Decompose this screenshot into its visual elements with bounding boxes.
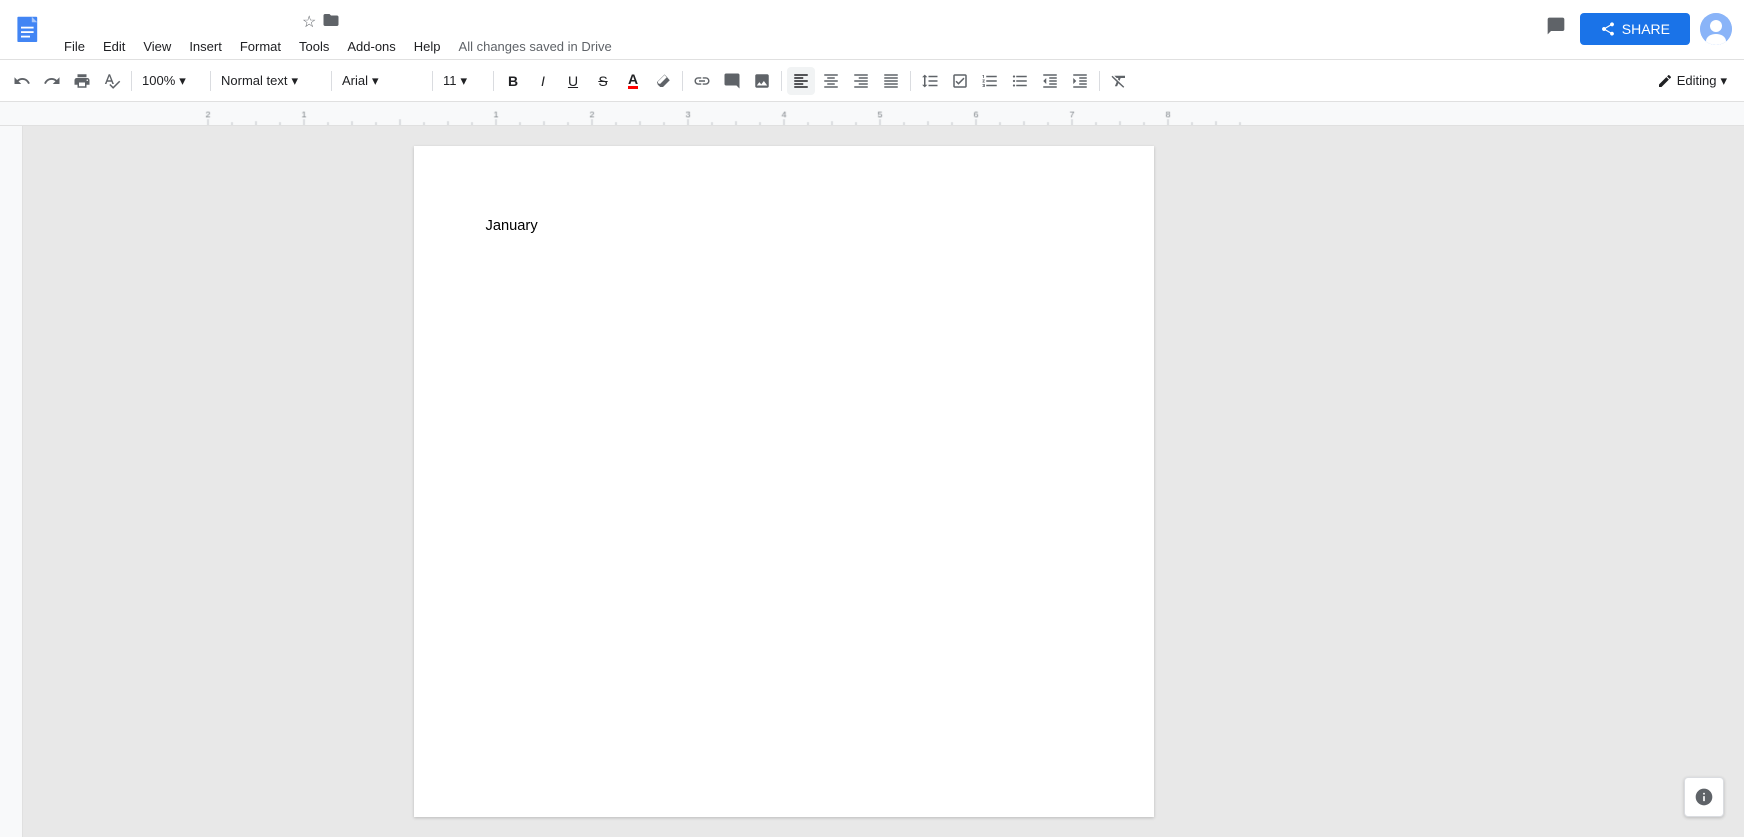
bullet-list-button[interactable] xyxy=(1006,67,1034,95)
align-right-button[interactable] xyxy=(847,67,875,95)
vertical-ruler xyxy=(0,126,23,837)
spellcheck-button[interactable] xyxy=(98,67,126,95)
sep8 xyxy=(910,71,911,91)
share-button[interactable]: SHARE xyxy=(1580,13,1690,45)
explore-button[interactable] xyxy=(1684,777,1724,817)
align-left-button[interactable] xyxy=(787,67,815,95)
ruler-canvas xyxy=(0,102,1744,125)
link-button[interactable] xyxy=(688,67,716,95)
document-content[interactable]: January xyxy=(486,218,1082,418)
doc-area: January xyxy=(0,126,1744,837)
menu-file[interactable]: File xyxy=(56,37,93,56)
clear-formatting-button[interactable] xyxy=(1105,67,1133,95)
increase-indent-button[interactable] xyxy=(1066,67,1094,95)
menu-addons[interactable]: Add-ons xyxy=(339,37,403,56)
menu-format[interactable]: Format xyxy=(232,37,289,56)
font-size-selector[interactable]: 11 ▾ xyxy=(438,67,488,95)
style-arrow: ▾ xyxy=(291,73,298,89)
menu-insert[interactable]: Insert xyxy=(181,37,230,56)
title-bar: Untitled document ☆ File Edit View Inser… xyxy=(0,0,1744,60)
font-selector[interactable]: Arial ▾ xyxy=(337,67,427,95)
sep3 xyxy=(331,71,332,91)
editing-mode-selector[interactable]: Editing ▾ xyxy=(1648,68,1736,94)
toolbar: 100% ▾ Normal text ▾ Arial ▾ 11 ▾ B I U … xyxy=(0,60,1744,102)
add-comment-button[interactable] xyxy=(718,67,746,95)
title-area: Untitled document ☆ File Edit View Inser… xyxy=(56,10,1542,56)
decrease-indent-button[interactable] xyxy=(1036,67,1064,95)
strikethrough-button[interactable]: S xyxy=(589,67,617,95)
zoom-selector[interactable]: 100% ▾ xyxy=(137,67,205,95)
underline-button[interactable]: U xyxy=(559,67,587,95)
folder-icon[interactable] xyxy=(322,11,340,34)
checklist-button[interactable] xyxy=(946,67,974,95)
ruler xyxy=(0,102,1744,126)
italic-button[interactable]: I xyxy=(529,67,557,95)
right-margin xyxy=(1544,126,1744,837)
sep4 xyxy=(432,71,433,91)
image-button[interactable] xyxy=(748,67,776,95)
style-value: Normal text xyxy=(221,73,287,88)
highlight-button[interactable] xyxy=(649,67,677,95)
font-arrow: ▾ xyxy=(372,73,379,89)
editing-mode-label: Editing xyxy=(1677,73,1717,88)
justify-button[interactable] xyxy=(877,67,905,95)
zoom-value: 100% xyxy=(142,73,175,88)
menu-tools[interactable]: Tools xyxy=(291,37,337,56)
doc-title-row: Untitled document ☆ xyxy=(56,10,1542,35)
star-icon[interactable]: ☆ xyxy=(302,12,316,32)
print-button[interactable] xyxy=(68,67,96,95)
align-center-button[interactable] xyxy=(817,67,845,95)
sep2 xyxy=(210,71,211,91)
user-avatar[interactable] xyxy=(1700,13,1732,45)
menu-help[interactable]: Help xyxy=(406,37,449,56)
menu-edit[interactable]: Edit xyxy=(95,37,133,56)
share-label: SHARE xyxy=(1622,21,1670,37)
font-size-value: 11 xyxy=(443,73,457,88)
line-spacing-button[interactable] xyxy=(916,67,944,95)
style-selector[interactable]: Normal text ▾ xyxy=(216,67,326,95)
sep5 xyxy=(493,71,494,91)
header-right: SHARE xyxy=(1542,12,1732,54)
sep9 xyxy=(1099,71,1100,91)
comment-button[interactable] xyxy=(1542,12,1570,46)
menu-view[interactable]: View xyxy=(135,37,179,56)
redo-button[interactable] xyxy=(38,67,66,95)
doc-title-input[interactable]: Untitled document xyxy=(56,10,296,35)
sep6 xyxy=(682,71,683,91)
undo-button[interactable] xyxy=(8,67,36,95)
numbered-list-button[interactable] xyxy=(976,67,1004,95)
document-paragraph: January xyxy=(486,218,1082,234)
doc-center: January xyxy=(23,126,1544,837)
sep1 xyxy=(131,71,132,91)
menu-bar: File Edit View Insert Format Tools Add-o… xyxy=(56,37,1542,56)
save-status: All changes saved in Drive xyxy=(459,39,612,54)
text-color-button[interactable]: A xyxy=(619,67,647,95)
font-size-arrow: ▾ xyxy=(461,73,468,89)
docs-logo xyxy=(12,15,48,51)
page: January xyxy=(414,146,1154,817)
font-value: Arial xyxy=(342,73,368,88)
bold-button[interactable]: B xyxy=(499,67,527,95)
editing-mode-arrow: ▾ xyxy=(1720,73,1727,89)
sep7 xyxy=(781,71,782,91)
zoom-arrow: ▾ xyxy=(179,73,186,89)
